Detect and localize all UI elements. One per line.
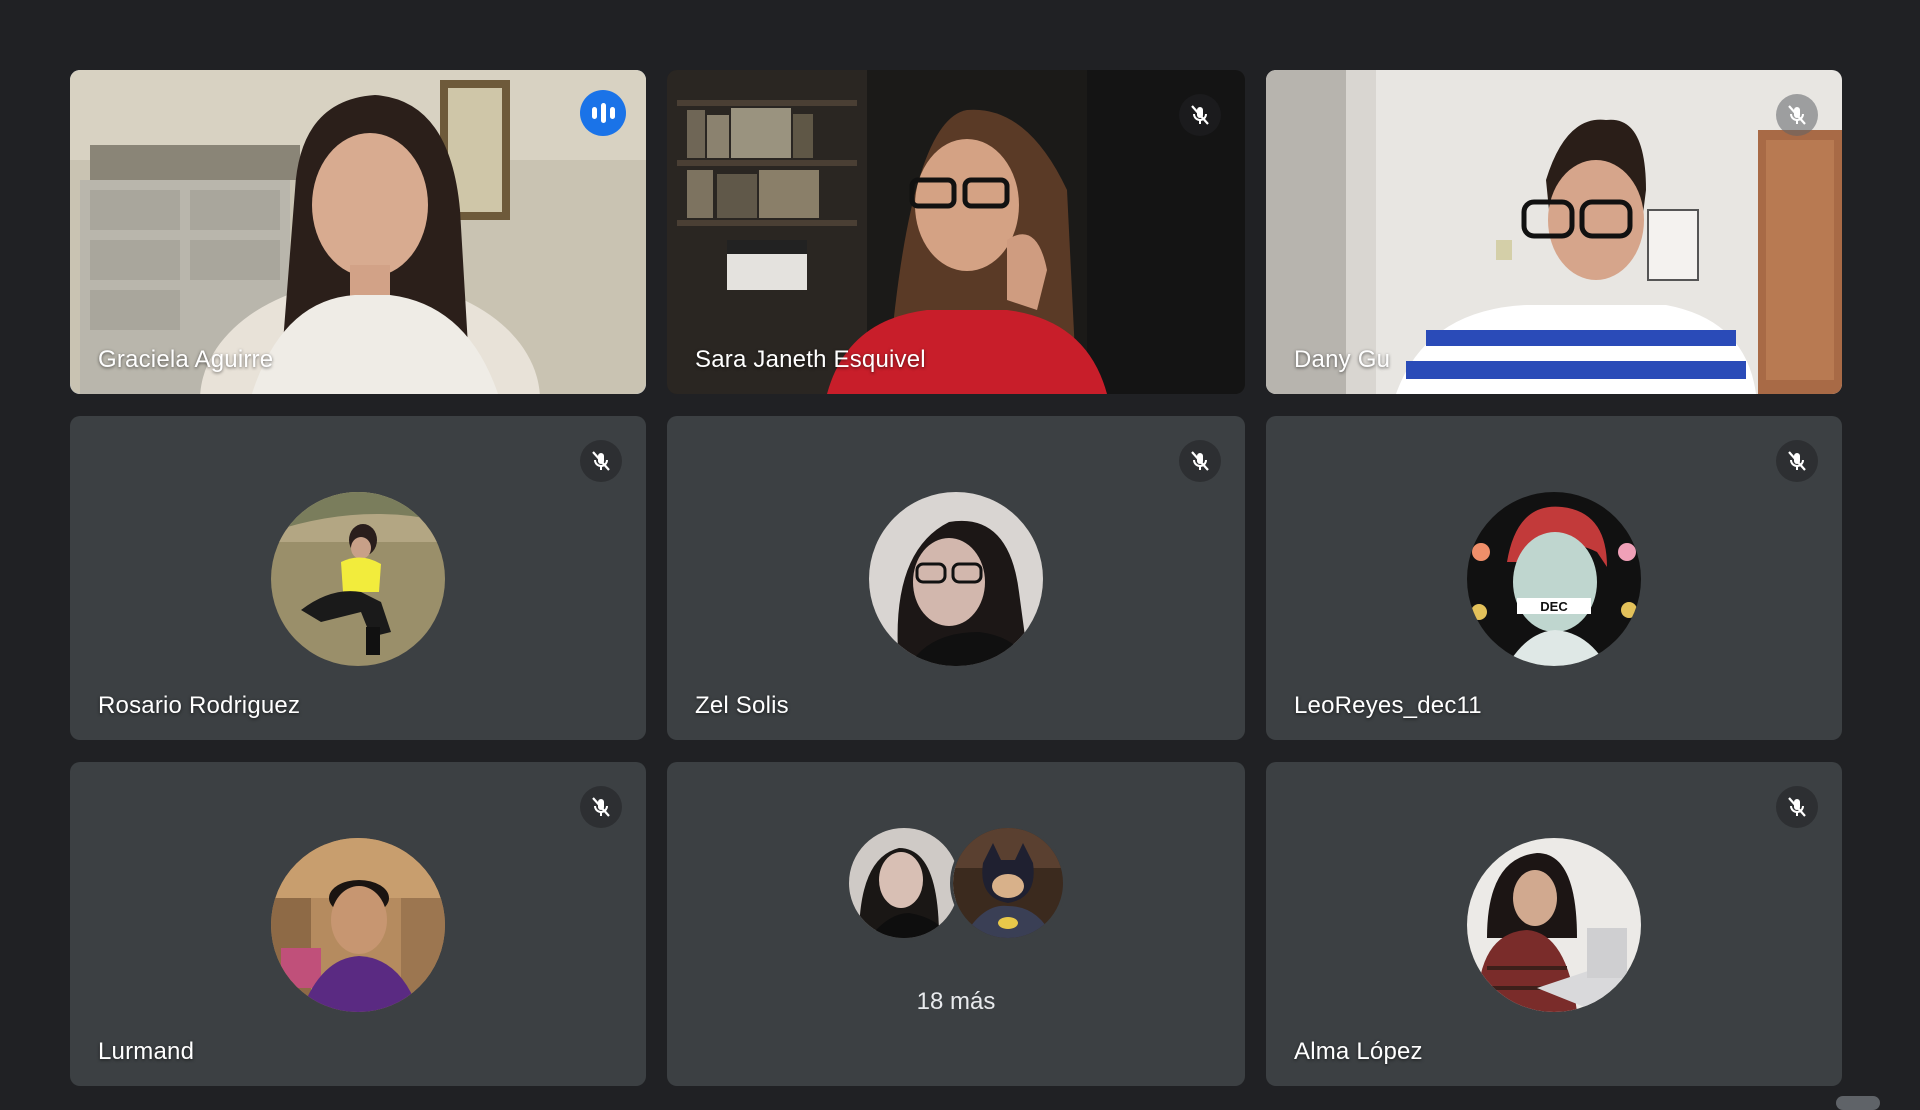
participant-name: Lurmand <box>98 1038 195 1065</box>
participant-name: Graciela Aguirre <box>98 346 274 373</box>
avatar: DEC <box>1467 492 1641 666</box>
mic-off-icon <box>1776 94 1818 136</box>
speaking-indicator-icon <box>580 90 626 136</box>
mic-off-icon-glyph <box>1788 451 1806 471</box>
avatar <box>846 825 962 941</box>
participant-tile-alma-lopez[interactable]: Alma López <box>1266 762 1842 1086</box>
mic-off-icon <box>580 440 622 482</box>
participant-name: Alma López <box>1294 1038 1423 1065</box>
mic-off-icon-glyph <box>592 451 610 471</box>
participant-name: Sara Janeth Esquivel <box>695 346 926 373</box>
mic-off-icon <box>580 786 622 828</box>
participant-tile-graciela-aguirre[interactable]: Graciela Aguirre <box>70 70 646 394</box>
mic-off-icon-glyph <box>592 797 610 817</box>
avatar <box>271 838 445 1012</box>
participant-name: Rosario Rodriguez <box>98 692 301 719</box>
avatar <box>869 492 1043 666</box>
more-participants-avatars <box>846 825 1066 941</box>
avatar <box>271 492 445 666</box>
mic-off-icon-glyph <box>1788 105 1806 125</box>
participant-grid: Graciela Aguirre Sara Janeth Esquivel Da… <box>70 70 1842 1086</box>
participant-name: Zel Solis <box>695 692 789 719</box>
participant-tile-rosario-rodriguez[interactable]: Rosario Rodriguez <box>70 416 646 740</box>
more-participants-count: 18 más <box>916 988 996 1015</box>
participant-tile-lurmand[interactable]: Lurmand <box>70 762 646 1086</box>
participant-tile-dany-gu[interactable]: Dany Gu <box>1266 70 1842 394</box>
scroll-indicator[interactable] <box>1836 1096 1880 1110</box>
mic-off-icon <box>1179 94 1221 136</box>
participant-tile-leoreyes-dec11[interactable]: DEC LeoReyes_dec11 <box>1266 416 1842 740</box>
avatar-badge-text: DEC <box>1540 599 1568 614</box>
mic-off-icon-glyph <box>1191 105 1209 125</box>
mic-off-icon-glyph <box>1191 451 1209 471</box>
mic-off-icon-glyph <box>1788 797 1806 817</box>
avatar <box>1467 838 1641 1012</box>
more-participants-tile[interactable]: 18 más <box>667 762 1245 1086</box>
mic-off-icon <box>1776 440 1818 482</box>
participant-tile-sara-janeth-esquivel[interactable]: Sara Janeth Esquivel <box>667 70 1245 394</box>
participant-name: LeoReyes_dec11 <box>1294 692 1482 719</box>
mic-off-icon <box>1776 786 1818 828</box>
avatar <box>950 825 1066 941</box>
participant-name: Dany Gu <box>1294 346 1391 373</box>
mic-off-icon <box>1179 440 1221 482</box>
participant-tile-zel-solis[interactable]: Zel Solis <box>667 416 1245 740</box>
